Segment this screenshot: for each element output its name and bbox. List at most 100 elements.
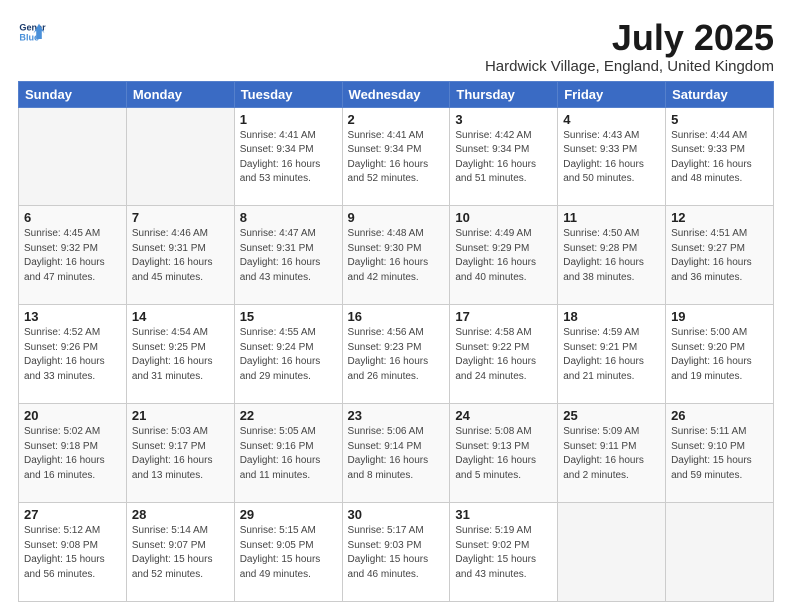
- calendar-cell: [558, 503, 666, 602]
- day-info: Sunrise: 4:50 AMSunset: 9:28 PMDaylight:…: [563, 227, 660, 285]
- calendar-cell: 19Sunrise: 5:00 AMSunset: 9:20 PMDayligh…: [666, 305, 774, 404]
- day-number: 30: [348, 507, 445, 522]
- day-info: Sunrise: 5:19 AMSunset: 9:02 PMDaylight:…: [455, 524, 552, 582]
- main-title: July 2025: [485, 18, 774, 58]
- calendar-cell: 29 Sunrise: 5:15 AMSunset: 9:05 PMDayligh…: [234, 503, 342, 602]
- calendar-cell: 25 Sunrise: 5:09 AMSunset: 9:11 PMDayligh…: [558, 404, 666, 503]
- page-header: General Blue July 2025 Hardwick Village,…: [18, 18, 774, 75]
- calendar-cell: 31 Sunrise: 5:19 AMSunset: 9:02 PMDayligh…: [450, 503, 558, 602]
- logo-icon: General Blue: [18, 18, 46, 46]
- day-info: Sunrise: 5:15 AMSunset: 9:05 PMDaylight:…: [240, 524, 337, 582]
- day-info: Sunrise: 5:00 AMSunset: 9:20 PMDaylight:…: [671, 326, 768, 384]
- day-number: 27: [24, 507, 121, 522]
- svg-text:General: General: [19, 23, 46, 33]
- calendar-cell: 27 Sunrise: 5:12 AMSunset: 9:08 PMDayligh…: [19, 503, 127, 602]
- day-number: 13: [24, 309, 121, 324]
- day-number: 31: [455, 507, 552, 522]
- calendar-cell: 20 Sunrise: 5:02 AMSunset: 9:18 PMDayligh…: [19, 404, 127, 503]
- day-info: Sunrise: 5:11 AMSunset: 9:10 PMDaylight:…: [671, 425, 768, 483]
- weekday-header-tuesday: Tuesday: [234, 81, 342, 107]
- day-number: 15: [240, 309, 337, 324]
- calendar-cell: 6Sunrise: 4:45 AMSunset: 9:32 PMDaylight…: [19, 206, 127, 305]
- calendar-cell: 26 Sunrise: 5:11 AMSunset: 9:10 PMDayligh…: [666, 404, 774, 503]
- day-info: Sunrise: 4:46 AMSunset: 9:31 PMDaylight:…: [132, 227, 229, 285]
- weekday-header-saturday: Saturday: [666, 81, 774, 107]
- day-number: 24: [455, 408, 552, 423]
- calendar-cell: 28 Sunrise: 5:14 AMSunset: 9:07 PMDayligh…: [126, 503, 234, 602]
- calendar-cell: 3Sunrise: 4:42 AMSunset: 9:34 PMDaylight…: [450, 107, 558, 206]
- calendar-cell: 12 Sunrise: 4:51 AMSunset: 9:27 PMDayligh…: [666, 206, 774, 305]
- calendar-cell: 4 Sunrise: 4:43 AMSunset: 9:33 PMDaylight…: [558, 107, 666, 206]
- calendar-week-3: 13 Sunrise: 4:52 AMSunset: 9:26 PMDayligh…: [19, 305, 774, 404]
- day-info: Sunrise: 4:41 AMSunset: 9:34 PMDaylight:…: [240, 129, 337, 187]
- day-number: 25: [563, 408, 660, 423]
- calendar-cell: 15Sunrise: 4:55 AMSunset: 9:24 PMDayligh…: [234, 305, 342, 404]
- calendar-cell: [126, 107, 234, 206]
- day-number: 14: [132, 309, 229, 324]
- weekday-header-sunday: Sunday: [19, 81, 127, 107]
- title-section: July 2025 Hardwick Village, England, Uni…: [485, 18, 774, 75]
- day-info: Sunrise: 5:12 AMSunset: 9:08 PMDaylight:…: [24, 524, 121, 582]
- day-number: 4: [563, 112, 660, 127]
- day-info: Sunrise: 4:51 AMSunset: 9:27 PMDaylight:…: [671, 227, 768, 285]
- calendar-cell: [666, 503, 774, 602]
- day-info: Sunrise: 4:41 AMSunset: 9:34 PMDaylight:…: [348, 129, 445, 187]
- day-info: Sunrise: 5:09 AMSunset: 9:11 PMDaylight:…: [563, 425, 660, 483]
- weekday-header-friday: Friday: [558, 81, 666, 107]
- calendar-week-4: 20 Sunrise: 5:02 AMSunset: 9:18 PMDayligh…: [19, 404, 774, 503]
- day-number: 26: [671, 408, 768, 423]
- calendar-week-5: 27 Sunrise: 5:12 AMSunset: 9:08 PMDayligh…: [19, 503, 774, 602]
- day-number: 21: [132, 408, 229, 423]
- day-info: Sunrise: 5:17 AMSunset: 9:03 PMDaylight:…: [348, 524, 445, 582]
- calendar-cell: 8Sunrise: 4:47 AMSunset: 9:31 PMDaylight…: [234, 206, 342, 305]
- day-info: Sunrise: 5:08 AMSunset: 9:13 PMDaylight:…: [455, 425, 552, 483]
- calendar-cell: 16 Sunrise: 4:56 AMSunset: 9:23 PMDayligh…: [342, 305, 450, 404]
- day-number: 5: [671, 112, 768, 127]
- day-number: 12: [671, 210, 768, 225]
- day-number: 20: [24, 408, 121, 423]
- calendar-cell: 7 Sunrise: 4:46 AMSunset: 9:31 PMDaylight…: [126, 206, 234, 305]
- day-number: 23: [348, 408, 445, 423]
- day-number: 7: [132, 210, 229, 225]
- calendar-table: SundayMondayTuesdayWednesdayThursdayFrid…: [18, 81, 774, 602]
- logo: General Blue: [18, 18, 46, 46]
- day-info: Sunrise: 5:05 AMSunset: 9:16 PMDaylight:…: [240, 425, 337, 483]
- calendar-week-1: 1Sunrise: 4:41 AMSunset: 9:34 PMDaylight…: [19, 107, 774, 206]
- calendar-cell: 2 Sunrise: 4:41 AMSunset: 9:34 PMDaylight…: [342, 107, 450, 206]
- calendar-cell: 10Sunrise: 4:49 AMSunset: 9:29 PMDayligh…: [450, 206, 558, 305]
- calendar-cell: 30 Sunrise: 5:17 AMSunset: 9:03 PMDayligh…: [342, 503, 450, 602]
- day-info: Sunrise: 4:44 AMSunset: 9:33 PMDaylight:…: [671, 129, 768, 187]
- day-info: Sunrise: 5:03 AMSunset: 9:17 PMDaylight:…: [132, 425, 229, 483]
- day-info: Sunrise: 5:02 AMSunset: 9:18 PMDaylight:…: [24, 425, 121, 483]
- calendar-cell: 11 Sunrise: 4:50 AMSunset: 9:28 PMDayligh…: [558, 206, 666, 305]
- day-number: 2: [348, 112, 445, 127]
- calendar-cell: 23 Sunrise: 5:06 AMSunset: 9:14 PMDayligh…: [342, 404, 450, 503]
- day-info: Sunrise: 5:14 AMSunset: 9:07 PMDaylight:…: [132, 524, 229, 582]
- calendar-cell: 14 Sunrise: 4:54 AMSunset: 9:25 PMDayligh…: [126, 305, 234, 404]
- calendar-cell: 22 Sunrise: 5:05 AMSunset: 9:16 PMDayligh…: [234, 404, 342, 503]
- svg-text:Blue: Blue: [19, 32, 39, 42]
- day-number: 22: [240, 408, 337, 423]
- day-info: Sunrise: 4:47 AMSunset: 9:31 PMDaylight:…: [240, 227, 337, 285]
- calendar-cell: 18Sunrise: 4:59 AMSunset: 9:21 PMDayligh…: [558, 305, 666, 404]
- day-info: Sunrise: 4:56 AMSunset: 9:23 PMDaylight:…: [348, 326, 445, 384]
- day-info: Sunrise: 4:43 AMSunset: 9:33 PMDaylight:…: [563, 129, 660, 187]
- day-number: 17: [455, 309, 552, 324]
- day-info: Sunrise: 4:52 AMSunset: 9:26 PMDaylight:…: [24, 326, 121, 384]
- weekday-header-monday: Monday: [126, 81, 234, 107]
- day-number: 9: [348, 210, 445, 225]
- day-number: 16: [348, 309, 445, 324]
- day-info: Sunrise: 4:58 AMSunset: 9:22 PMDaylight:…: [455, 326, 552, 384]
- day-number: 28: [132, 507, 229, 522]
- day-number: 29: [240, 507, 337, 522]
- calendar-cell: 5 Sunrise: 4:44 AMSunset: 9:33 PMDaylight…: [666, 107, 774, 206]
- day-info: Sunrise: 4:54 AMSunset: 9:25 PMDaylight:…: [132, 326, 229, 384]
- day-info: Sunrise: 4:49 AMSunset: 9:29 PMDaylight:…: [455, 227, 552, 285]
- day-number: 6: [24, 210, 121, 225]
- weekday-header-row: SundayMondayTuesdayWednesdayThursdayFrid…: [19, 81, 774, 107]
- day-info: Sunrise: 4:48 AMSunset: 9:30 PMDaylight:…: [348, 227, 445, 285]
- day-number: 11: [563, 210, 660, 225]
- calendar-cell: 21 Sunrise: 5:03 AMSunset: 9:17 PMDayligh…: [126, 404, 234, 503]
- day-info: Sunrise: 5:06 AMSunset: 9:14 PMDaylight:…: [348, 425, 445, 483]
- calendar-week-2: 6Sunrise: 4:45 AMSunset: 9:32 PMDaylight…: [19, 206, 774, 305]
